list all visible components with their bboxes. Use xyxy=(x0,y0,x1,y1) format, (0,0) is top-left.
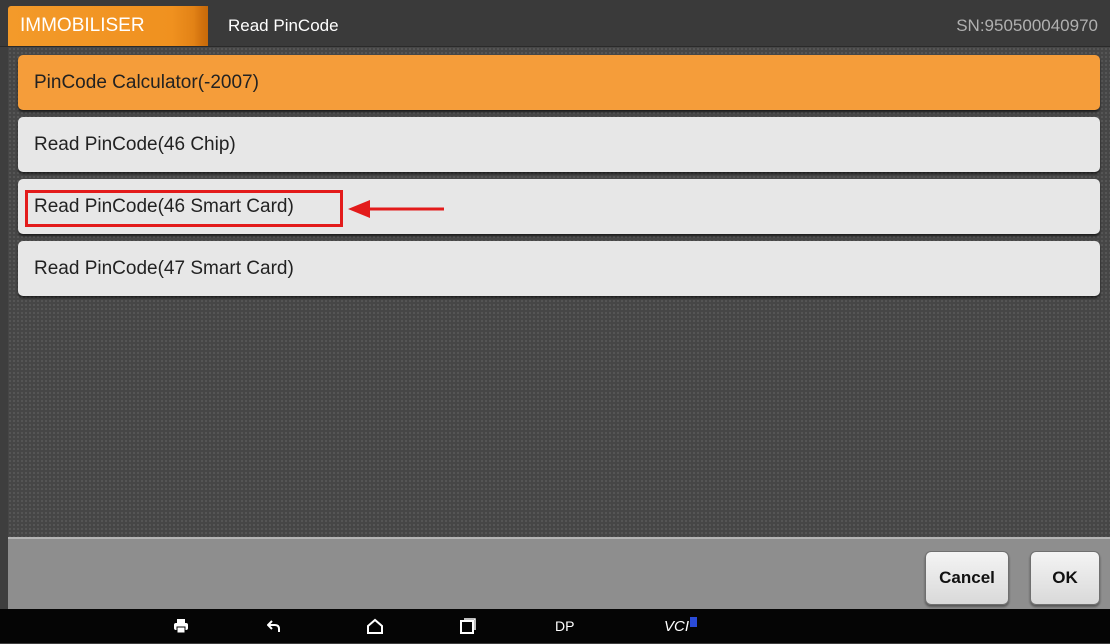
menu-list: PinCode Calculator(-2007) Read PinCode(4… xyxy=(8,47,1110,537)
vci-indicator[interactable]: VCI xyxy=(664,609,698,643)
menu-item-read-pincode-47-smart-card[interactable]: Read PinCode(47 Smart Card) xyxy=(18,241,1100,296)
back-icon[interactable] xyxy=(254,609,294,643)
ok-button[interactable]: OK xyxy=(1030,551,1100,605)
annotation-arrow-icon xyxy=(348,200,444,218)
serial-number: SN:950500040970 xyxy=(956,16,1098,35)
action-bar: Cancel OK xyxy=(8,537,1110,609)
bluetooth-icon xyxy=(690,617,698,627)
recent-apps-icon[interactable] xyxy=(448,609,488,643)
menu-item-read-pincode-46-chip[interactable]: Read PinCode(46 Chip) xyxy=(18,117,1100,172)
dp-indicator[interactable]: DP xyxy=(555,609,574,643)
title-bar: IMMOBILISER Read PinCode SN:950500040970 xyxy=(0,0,1110,47)
system-nav-bar: DP VCI xyxy=(0,609,1110,643)
cancel-button[interactable]: Cancel xyxy=(925,551,1009,605)
menu-item-read-pincode-46-smart-card[interactable]: Read PinCode(46 Smart Card) xyxy=(18,179,1100,234)
print-icon[interactable] xyxy=(161,609,201,643)
home-icon[interactable] xyxy=(355,609,395,643)
page-title: Read PinCode xyxy=(228,16,339,35)
annotation-highlight-box xyxy=(25,190,343,227)
module-tab[interactable]: IMMOBILISER xyxy=(8,6,208,46)
vci-label: VCI xyxy=(664,618,690,635)
menu-item-pincode-calculator[interactable]: PinCode Calculator(-2007) xyxy=(18,55,1100,110)
